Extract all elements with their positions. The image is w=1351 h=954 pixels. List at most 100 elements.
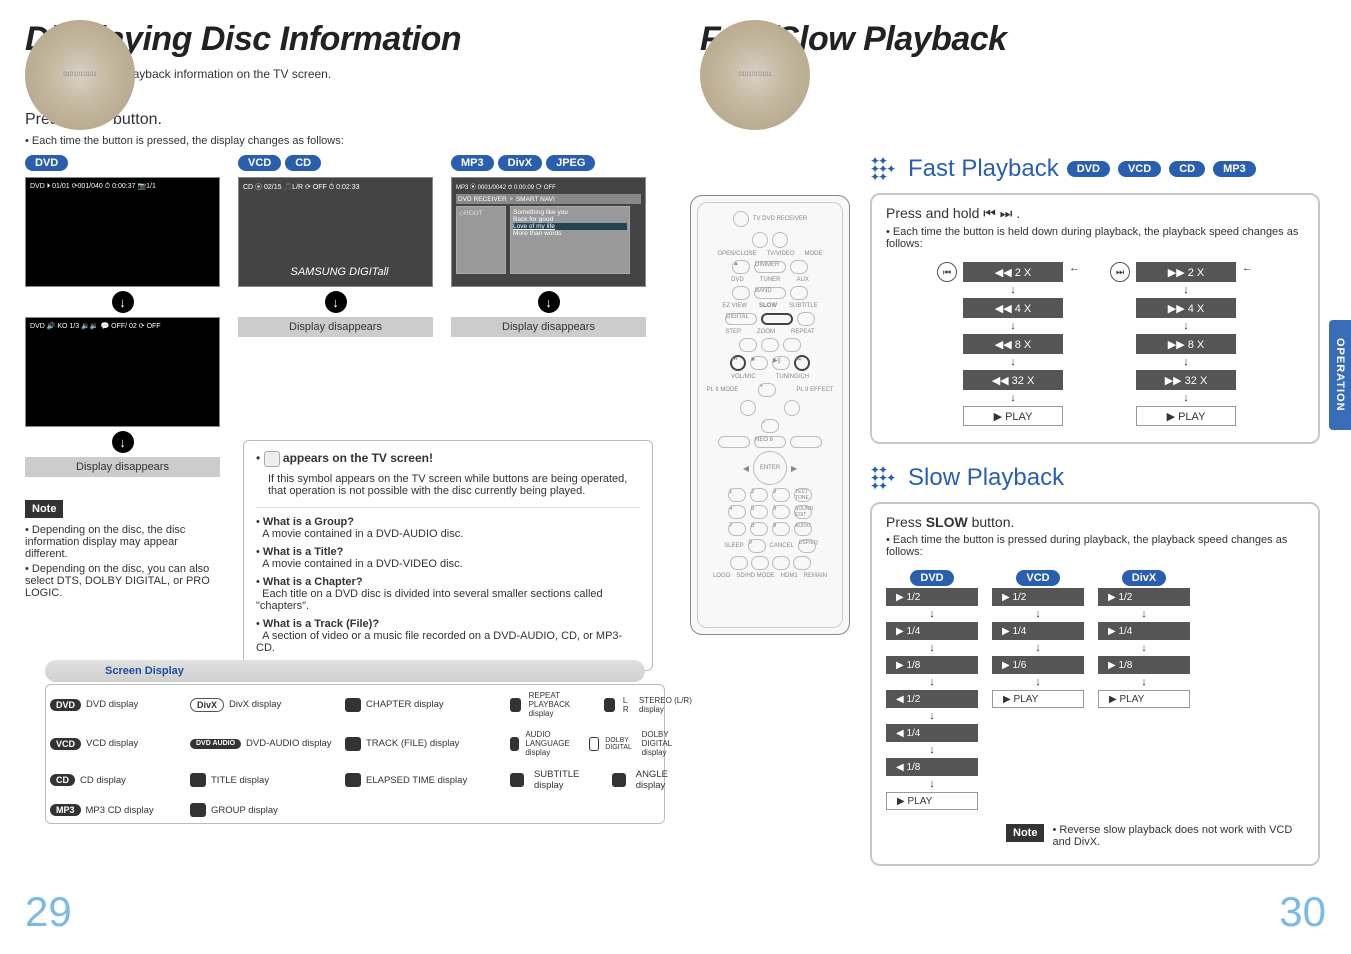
rtn-r0-1[interactable] xyxy=(772,232,788,248)
rtn-open[interactable]: ▲ xyxy=(732,260,750,274)
rtn-r0-0[interactable] xyxy=(752,232,768,248)
kp-au[interactable]: AUDIO xyxy=(794,522,812,536)
arrow-d: ↓ xyxy=(1010,284,1016,296)
sv1: ▶ 1/4 xyxy=(992,622,1084,640)
rtn-band[interactable]: BAND xyxy=(754,287,786,299)
sd-group-text: GROUP display xyxy=(211,805,278,816)
sd4: ◀ 1/4 xyxy=(886,724,978,742)
rtn-play[interactable]: ▶|| xyxy=(772,356,790,370)
audio-lang-icon xyxy=(510,737,519,751)
rtn-next[interactable]: ⏭ xyxy=(794,355,810,371)
sd-subtitle-text: SUBTITLE display xyxy=(534,769,602,791)
lbl-tvvideo: TV/VIDEO xyxy=(767,251,795,257)
slow-vcd-col: VCD ▶ 1/2↓ ▶ 1/4↓ ▶ 1/6↓ ▶ PLAY xyxy=(992,570,1084,810)
sd-subtitle-angle: SUBTITLE display ANGLE display xyxy=(506,763,696,797)
fast-playback-heading: ✦✦✦✦✦✦✦ Fast Playback DVD VCD CD MP3 xyxy=(870,155,1320,183)
slow-divx-col: DivX ▶ 1/2↓ ▶ 1/4↓ ▶ 1/8↓ ▶ PLAY xyxy=(1098,570,1190,810)
rtn-subtitle[interactable] xyxy=(797,312,815,326)
kp0[interactable]: 0 xyxy=(748,539,766,553)
rtn-zoom[interactable] xyxy=(761,338,779,352)
kp4[interactable]: 4 xyxy=(728,505,746,519)
kp3[interactable]: 3 xyxy=(772,488,790,502)
slow-dvd-col: DVD ▶ 1/2↓ ▶ 1/4↓ ▶ 1/8↓ ◀ 1/2↓ ◀ 1/4↓ ◀… xyxy=(886,570,978,810)
rtn-stop[interactable]: ■ xyxy=(750,356,768,370)
kp2[interactable]: 2 xyxy=(750,488,768,502)
rtn-info[interactable] xyxy=(790,436,822,448)
page-number-left: 29 xyxy=(25,888,72,936)
rtn-step[interactable] xyxy=(739,338,757,352)
rtn-enter[interactable]: ENTER xyxy=(753,451,787,485)
fast-loop-r: ← xyxy=(1242,262,1253,274)
rtn-dimmer[interactable]: DIMMER xyxy=(754,261,786,273)
slow-dvd-badge: DVD xyxy=(910,570,953,586)
kp9[interactable]: 9 xyxy=(772,522,790,536)
rtn-menu[interactable] xyxy=(718,436,750,448)
rtn-aux[interactable] xyxy=(790,286,808,300)
lbl-mode: MODE xyxy=(805,251,823,257)
rtn-b1[interactable] xyxy=(730,556,748,570)
sd-dvdaudio-text: DVD-AUDIO display xyxy=(246,738,332,749)
panel-row: DVD DVD ⏵ 01/01 ⟳001/040 ⏱ 0:00:37 📷1/1 … xyxy=(25,155,650,477)
sd-cd-badge: CD xyxy=(50,774,75,786)
title-icon xyxy=(190,773,206,787)
info-arrow-icon-3: ↓ xyxy=(325,291,347,313)
rtn-repeat[interactable] xyxy=(783,338,801,352)
lbl-cancel: CANCEL xyxy=(770,543,794,549)
fast-l-3: ◀◀ 32 X xyxy=(963,370,1063,390)
star-icon-2: ✦✦✦✦✦✦✦ xyxy=(870,466,900,490)
fast-l-0: ◀◀ 2 X xyxy=(963,262,1063,282)
kp5[interactable]: 5 xyxy=(750,505,768,519)
sv3: ▶ PLAY xyxy=(992,690,1084,708)
remote-r0: TV DVD RECEIVER xyxy=(753,216,807,222)
kp-tt[interactable]: TEST TONE xyxy=(794,488,812,502)
fast-loop-l: ← xyxy=(1069,262,1080,274)
sx3: ▶ PLAY xyxy=(1098,690,1190,708)
lbl-hdmi: HDM1 xyxy=(781,573,798,579)
kp7[interactable]: 7 xyxy=(728,522,746,536)
lbl-pl2e: PL II EFFECT xyxy=(796,387,833,393)
rtn-mode[interactable] xyxy=(790,260,808,274)
kp6[interactable]: 6 xyxy=(772,505,790,519)
kp1[interactable]: 1 xyxy=(728,488,746,502)
rtn-vol-up[interactable]: + xyxy=(758,383,776,397)
subtitle-icon xyxy=(510,773,524,787)
kp-se[interactable]: SOUND EDIT xyxy=(794,505,812,519)
kp8[interactable]: 8 xyxy=(750,522,768,536)
rtn-b2[interactable] xyxy=(751,556,769,570)
fast-heading-text: Fast Playback xyxy=(908,155,1059,183)
tv-symbol-body: If this symbol appears on the TV screen … xyxy=(256,473,640,497)
rtn-b3[interactable] xyxy=(772,556,790,570)
def-q2: What is a Title? xyxy=(263,546,343,558)
rtn-pl2m[interactable] xyxy=(740,400,756,416)
slow-desc: Each time the button is pressed during p… xyxy=(886,534,1304,558)
def-q4: What is a Track (File)? xyxy=(263,618,379,630)
rtn-vol-down[interactable]: − xyxy=(761,419,779,433)
mp3-top: MP3 ⦿ 0001/0042 ⏱ 0:00:09 ⟳ OFF xyxy=(456,182,641,192)
rtn-prev[interactable]: ⏮ xyxy=(730,355,746,371)
def-a4: A section of video or a music file recor… xyxy=(256,630,622,654)
rtn-b4[interactable] xyxy=(793,556,811,570)
sd-vcd-text: VCD display xyxy=(86,738,138,749)
def-q3: What is a Chapter? xyxy=(263,576,363,588)
slow-cols: DVD ▶ 1/2↓ ▶ 1/4↓ ▶ 1/8↓ ◀ 1/2↓ ◀ 1/4↓ ◀… xyxy=(886,570,1304,810)
rtn-dvd[interactable] xyxy=(732,286,750,300)
vcd-caption: Display disappears xyxy=(238,317,433,337)
screenshot-dvd-2: DVD 🔊 KO 1/3 🔉🔉 💬 OFF/ 02 ⟳ OFF xyxy=(25,317,220,427)
mp3-item-0: Something like you xyxy=(513,209,627,216)
rtn-pl2e[interactable] xyxy=(784,400,800,416)
sd-dvd-text: DVD display xyxy=(86,699,138,710)
def-a1: A movie contained in a DVD-AUDIO disc. xyxy=(262,528,463,540)
stereo-icon xyxy=(604,698,615,712)
fast-r-1: ▶▶ 4 X xyxy=(1136,298,1236,318)
kp-dsp[interactable]: DSP/EQ xyxy=(798,539,816,553)
info-arrow-icon-2: ↓ xyxy=(112,431,134,453)
rtn-ezview[interactable]: DIGITAL xyxy=(725,313,757,325)
chapter-icon xyxy=(345,698,361,712)
rtn-neo[interactable]: NEO 6 xyxy=(754,436,786,448)
power-button[interactable] xyxy=(733,211,749,227)
sd-divx-badge: DivX xyxy=(190,698,224,712)
sd-lr-badge: L R xyxy=(623,696,631,714)
rtn-slow[interactable] xyxy=(761,313,793,325)
sd0: ▶ 1/2 xyxy=(886,588,978,606)
star-icon-1: ✦✦✦✦✦✦✦ xyxy=(870,157,900,181)
